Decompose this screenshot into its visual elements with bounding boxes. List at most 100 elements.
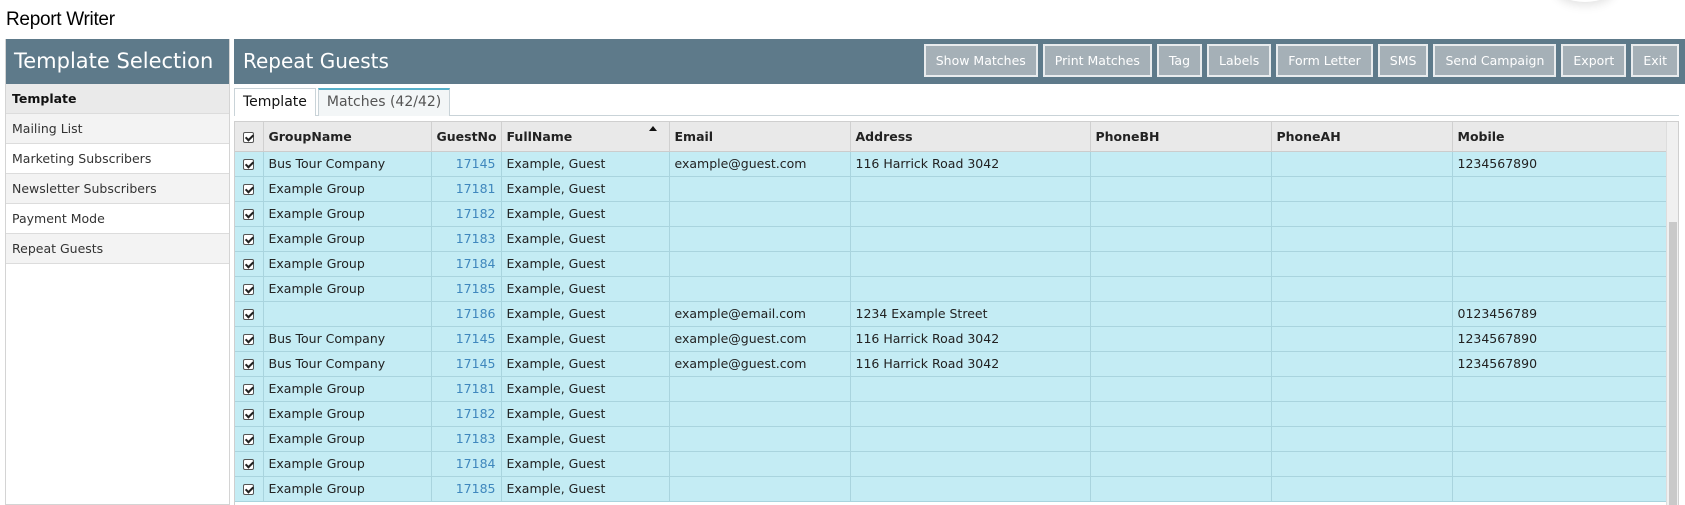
cell-guestno[interactable]: 17145	[431, 351, 502, 377]
cell-guestno[interactable]: 17184	[431, 251, 502, 277]
row-checkbox[interactable]	[243, 359, 255, 370]
select-all-checkbox[interactable]	[243, 131, 255, 143]
table-row[interactable]: Example Group 17183 Example, Guest	[235, 426, 1668, 452]
column-header-address[interactable]: Address	[850, 122, 1091, 152]
sidebar-item-repeat-guests[interactable]: Repeat Guests	[6, 234, 229, 264]
cell-guestno[interactable]: 17185	[431, 276, 502, 302]
cell-phoneah	[1271, 401, 1453, 427]
table-row[interactable]: Bus Tour Company 17145 Example, Guest examp…	[235, 326, 1668, 352]
table-row[interactable]: Example Group 17184 Example, Guest	[235, 451, 1668, 477]
row-checkbox-cell[interactable]	[235, 151, 264, 177]
sidebar-item-payment-mode[interactable]: Payment Mode	[6, 204, 229, 234]
row-checkbox[interactable]	[243, 234, 255, 245]
cell-phoneah	[1271, 451, 1453, 477]
cell-guestno[interactable]: 17182	[431, 201, 502, 227]
export-button[interactable]: Export	[1561, 44, 1627, 77]
cell-guestno[interactable]: 17183	[431, 226, 502, 252]
cell-guestno[interactable]: 17186	[431, 301, 502, 327]
row-checkbox-cell[interactable]	[235, 301, 264, 327]
cell-phonebh	[1090, 151, 1272, 177]
row-checkbox[interactable]	[243, 384, 255, 395]
table-row[interactable]: Example Group 17182 Example, Guest	[235, 201, 1668, 227]
cell-email: example@email.com	[669, 301, 851, 327]
row-checkbox[interactable]	[243, 484, 255, 495]
row-checkbox[interactable]	[243, 309, 255, 320]
row-checkbox[interactable]	[243, 334, 255, 345]
row-checkbox-cell[interactable]	[235, 426, 264, 452]
form-letter-button[interactable]: Form Letter	[1276, 44, 1373, 77]
table-row[interactable]: Example Group 17181 Example, Guest	[235, 176, 1668, 202]
table-row[interactable]: Example Group 17181 Example, Guest	[235, 376, 1668, 402]
cell-phoneah	[1271, 176, 1453, 202]
cell-guestno[interactable]: 17182	[431, 401, 502, 427]
column-header-mobile[interactable]: Mobile	[1452, 122, 1668, 152]
row-checkbox[interactable]	[243, 284, 255, 295]
cell-guestno[interactable]: 17183	[431, 426, 502, 452]
cell-groupname: Example Group	[263, 176, 432, 202]
sidebar-item-template[interactable]: Template	[6, 84, 229, 114]
row-checkbox[interactable]	[243, 209, 255, 220]
column-header-email[interactable]: Email	[669, 122, 851, 152]
column-header-phoneah[interactable]: PhoneAH	[1271, 122, 1453, 152]
cell-guestno[interactable]: 17145	[431, 326, 502, 352]
table-row[interactable]: Example Group 17182 Example, Guest	[235, 401, 1668, 427]
row-checkbox-cell[interactable]	[235, 476, 264, 502]
row-checkbox-cell[interactable]	[235, 201, 264, 227]
tab-template[interactable]: Template	[234, 88, 316, 116]
table-row[interactable]: Bus Tour Company 17145 Example, Guest examp…	[235, 151, 1668, 177]
row-checkbox[interactable]	[243, 409, 255, 420]
cell-phoneah	[1271, 376, 1453, 402]
row-checkbox-cell[interactable]	[235, 276, 264, 302]
row-checkbox-cell[interactable]	[235, 326, 264, 352]
row-checkbox-cell[interactable]	[235, 401, 264, 427]
column-header-fullname[interactable]: FullName	[501, 122, 670, 152]
cell-guestno[interactable]: 17181	[431, 376, 502, 402]
cell-guestno[interactable]: 17145	[431, 151, 502, 177]
sidebar-item-newsletter-subscribers[interactable]: Newsletter Subscribers	[6, 174, 229, 204]
cell-guestno[interactable]: 17184	[431, 451, 502, 477]
labels-button[interactable]: Labels	[1207, 44, 1272, 77]
row-checkbox[interactable]	[243, 459, 255, 470]
tag-button[interactable]: Tag	[1156, 44, 1203, 77]
sms-button[interactable]: SMS	[1377, 44, 1429, 77]
row-checkbox[interactable]	[243, 434, 255, 445]
cell-phoneah	[1271, 301, 1453, 327]
row-checkbox[interactable]	[243, 259, 255, 270]
table-row[interactable]: 17186 Example, Guest example@email.com 1234…	[235, 301, 1668, 327]
table-row[interactable]: Example Group 17184 Example, Guest	[235, 251, 1668, 277]
row-checkbox-cell[interactable]	[235, 176, 264, 202]
cell-address	[850, 451, 1091, 477]
exit-button[interactable]: Exit	[1631, 44, 1679, 77]
cell-mobile: 1234567890	[1452, 326, 1668, 352]
select-all-checkbox-cell[interactable]	[235, 122, 264, 152]
row-checkbox[interactable]	[243, 184, 255, 195]
row-checkbox-cell[interactable]	[235, 351, 264, 377]
send-campaign-button[interactable]: Send Campaign	[1433, 44, 1557, 77]
table-row[interactable]: Bus Tour Company 17145 Example, Guest examp…	[235, 351, 1668, 377]
row-checkbox[interactable]	[243, 159, 255, 170]
row-checkbox-cell[interactable]	[235, 376, 264, 402]
cell-guestno[interactable]: 17181	[431, 176, 502, 202]
column-header-groupname[interactable]: GroupName	[263, 122, 432, 152]
show-matches-button[interactable]: Show Matches	[923, 44, 1038, 77]
sidebar-item-mailing-list[interactable]: Mailing List	[6, 114, 229, 144]
cell-email	[669, 376, 851, 402]
table-row[interactable]: Example Group 17183 Example, Guest	[235, 226, 1668, 252]
sidebar-item-marketing-subscribers[interactable]: Marketing Subscribers	[6, 144, 229, 174]
vertical-scrollbar[interactable]	[1666, 122, 1678, 505]
row-checkbox-cell[interactable]	[235, 451, 264, 477]
row-checkbox-cell[interactable]	[235, 226, 264, 252]
tab-bar: Template Matches (42/42)	[234, 88, 1679, 116]
table-row[interactable]: Example Group 17185 Example, Guest	[235, 476, 1668, 502]
column-header-phonebh[interactable]: PhoneBH	[1090, 122, 1272, 152]
cell-guestno[interactable]: 17185	[431, 476, 502, 502]
row-checkbox-cell[interactable]	[235, 251, 264, 277]
column-header-guestno[interactable]: GuestNo	[431, 122, 502, 152]
cell-email	[669, 176, 851, 202]
scrollbar-thumb[interactable]	[1669, 222, 1677, 505]
print-matches-button[interactable]: Print Matches	[1042, 44, 1152, 77]
cell-phoneah	[1271, 276, 1453, 302]
tab-matches[interactable]: Matches (42/42)	[317, 88, 451, 116]
cell-email	[669, 476, 851, 502]
table-row[interactable]: Example Group 17185 Example, Guest	[235, 276, 1668, 302]
